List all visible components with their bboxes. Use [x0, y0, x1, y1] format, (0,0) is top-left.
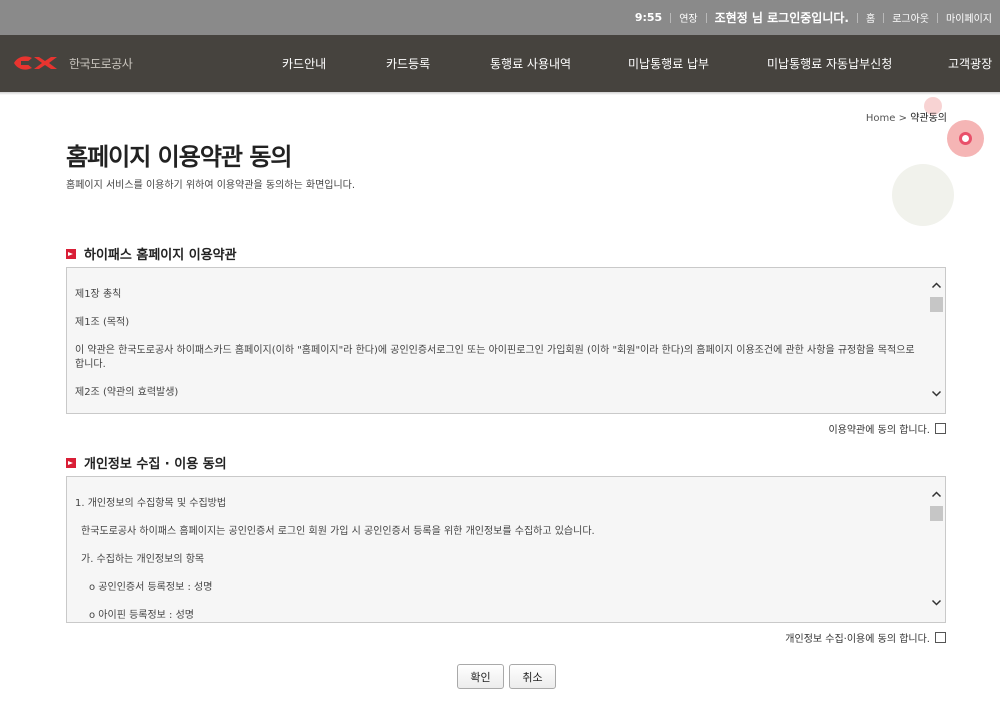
page-title: 홈페이지 이용약관 동의	[66, 143, 293, 171]
decorative-circle	[947, 120, 984, 157]
top-utility-bar: 9:55 연장 조현정 님 로그인중입니다. 홈 로그아웃 마이페이지	[0, 0, 1000, 35]
cancel-button[interactable]: 취소	[509, 664, 556, 689]
scroll-thumb[interactable]	[930, 297, 943, 312]
divider	[670, 12, 672, 23]
scroll-thumb[interactable]	[930, 506, 943, 521]
nav-card-register[interactable]: 카드등록	[386, 55, 430, 72]
terms-section-title: 하이패스 홈페이지 이용약관	[66, 244, 237, 263]
terms-agree-checkbox[interactable]	[935, 423, 946, 434]
section-bullet-icon	[66, 248, 76, 259]
terms-scrollbar[interactable]	[928, 268, 945, 413]
breadcrumb-home[interactable]: Home	[866, 113, 896, 124]
gnb-shadow	[0, 92, 1000, 95]
home-link[interactable]: 홈	[866, 10, 875, 25]
utility-links: 9:55 연장 조현정 님 로그인중입니다. 홈 로그아웃 마이페이지	[635, 0, 992, 35]
privacy-agree-label: 개인정보 수집·이용에 동의 합니다.	[785, 634, 930, 645]
page-description: 홈페이지 서비스를 이용하기 위하여 이용약관을 동의하는 화면입니다.	[66, 180, 356, 191]
chevron-down-icon[interactable]	[931, 597, 942, 608]
breadcrumb: Home > 약관동의	[866, 109, 947, 124]
terms-line: 제1장 총칙	[75, 289, 122, 300]
terms-agree-label: 이용약관에 동의 합니다.	[828, 425, 930, 436]
privacy-agree-checkbox-row[interactable]: 개인정보 수집·이용에 동의 합니다.	[785, 630, 946, 645]
nav-customer-center[interactable]: 고객광장	[948, 55, 992, 72]
confirm-button[interactable]: 확인	[457, 664, 504, 689]
section-bullet-icon	[66, 457, 76, 468]
divider	[856, 12, 858, 23]
terms-line: 이 약관은 한국도로공사 하이패스카드 홈페이지(이하 "홈페이지"라 한다)에…	[75, 345, 915, 370]
privacy-line: 1. 개인정보의 수집항목 및 수집방법	[75, 498, 227, 509]
privacy-line: 한국도로공사 하이패스 홈페이지는 공인인증서 로그인 회원 가입 시 공인인증…	[81, 526, 595, 537]
decorative-circle	[892, 164, 954, 226]
terms-title-text: 하이패스 홈페이지 이용약관	[84, 248, 237, 263]
login-status: 조현정 님 로그인중입니다.	[714, 11, 849, 25]
chevron-up-icon[interactable]	[931, 280, 942, 291]
privacy-textarea[interactable]: 1. 개인정보의 수집항목 및 수집방법 한국도로공사 하이패스 홈페이지는 공…	[66, 476, 946, 623]
extend-session-link[interactable]: 연장	[679, 10, 697, 25]
mypage-link[interactable]: 마이페이지	[946, 10, 992, 25]
terms-line: 제1조 (목적)	[75, 317, 130, 328]
breadcrumb-current: 약관동의	[910, 113, 947, 124]
main-navigation-bar: 한국도로공사 카드안내 카드등록 통행료 사용내역 미납통행료 납부 미납통행료…	[0, 35, 1000, 92]
nav-unpaid-toll-payment[interactable]: 미납통행료 납부	[628, 55, 709, 72]
nav-card-info[interactable]: 카드안내	[282, 55, 326, 72]
terms-line: 제2조 (약관의 효력발생)	[75, 387, 179, 398]
session-timer: 9:55	[634, 11, 663, 24]
privacy-scrollbar[interactable]	[928, 477, 945, 622]
nav-unpaid-toll-autopay[interactable]: 미납통행료 자동납부신청	[767, 55, 892, 72]
divider	[937, 12, 938, 23]
privacy-line: o 공인인증서 등록정보 : 성명	[89, 582, 213, 593]
breadcrumb-separator-icon: >	[898, 113, 907, 124]
privacy-agree-checkbox[interactable]	[935, 632, 946, 643]
nav-toll-history[interactable]: 통행료 사용내역	[490, 55, 571, 72]
gnb-menu: 카드안내 카드등록 통행료 사용내역 미납통행료 납부 미납통행료 자동납부신청…	[0, 35, 1000, 92]
terms-agree-checkbox-row[interactable]: 이용약관에 동의 합니다.	[828, 421, 946, 436]
divider	[883, 12, 885, 23]
privacy-section-title: 개인정보 수집 · 이용 동의	[66, 453, 227, 472]
privacy-title-text: 개인정보 수집 · 이용 동의	[84, 457, 227, 472]
privacy-line: o 아이핀 등록정보 : 성명	[89, 610, 195, 621]
privacy-line: 가. 수집하는 개인정보의 항목	[81, 554, 205, 565]
chevron-up-icon[interactable]	[931, 489, 942, 500]
chevron-down-icon[interactable]	[931, 388, 942, 399]
divider	[705, 12, 707, 23]
terms-textarea[interactable]: 제1장 총칙 제1조 (목적) 이 약관은 한국도로공사 하이패스카드 홈페이지…	[66, 267, 946, 414]
logout-link[interactable]: 로그아웃	[892, 10, 929, 25]
